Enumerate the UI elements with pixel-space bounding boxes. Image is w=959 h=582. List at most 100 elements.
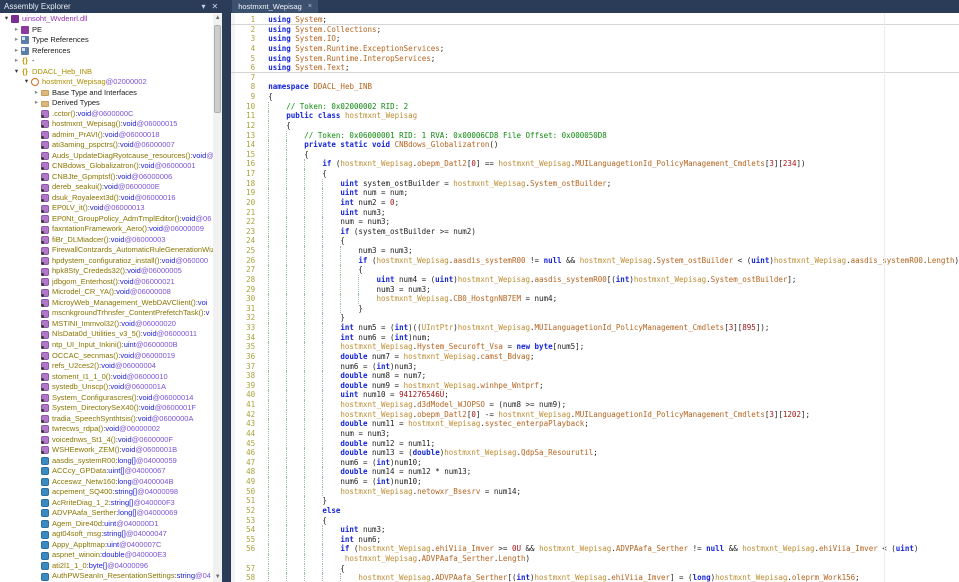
- tree-item[interactable]: NlsData0d_Utilities_v3_5() : void @06000…: [0, 329, 213, 340]
- expander-icon[interactable]: ▸: [32, 98, 41, 109]
- tree-item[interactable]: ADVPAafa_Serther : long[] @04000069: [0, 508, 213, 519]
- tree-item[interactable]: MSTINI_Immvol32() : void @06000020: [0, 319, 213, 330]
- tree-item[interactable]: fiBr_DLMiadcer() : void @06000003: [0, 235, 213, 246]
- tab-hostmxnt-wepisag[interactable]: hostmxnt_Wepisag ×: [232, 0, 318, 13]
- code-line[interactable]: 38double num8 = num7;: [231, 371, 959, 381]
- code-line[interactable]: 55int num6;: [231, 535, 959, 545]
- code-line[interactable]: 12{: [231, 121, 959, 131]
- tree-item[interactable]: ▾{}DDACL_Heb_INB: [0, 67, 213, 78]
- tree-item[interactable]: agt04soft_msg : string[] @04000047: [0, 529, 213, 540]
- code-line[interactable]: 40uint num10 = 941276546U;: [231, 390, 959, 400]
- code-line[interactable]: 46double num13 = (double)hostmxnt_Wepisa…: [231, 448, 959, 458]
- scroll-down-icon[interactable]: ▼: [213, 573, 222, 582]
- code-line[interactable]: 16if (hostmxnt_Wepisag.obepm_Datl2[0] ==…: [231, 159, 959, 169]
- tree-item[interactable]: hostmxnt_Wepisag() : void @06000015: [0, 119, 213, 130]
- tree-item[interactable]: refs_U2ces2() : void @06000004: [0, 361, 213, 372]
- code-line[interactable]: 53{: [231, 516, 959, 526]
- tree-item[interactable]: aspnet_winoin : double @040000E3: [0, 550, 213, 561]
- code-line[interactable]: 26if (hostmxnt_Wepisag.aasdis_systemR00 …: [231, 256, 959, 266]
- tree-item[interactable]: FirewallContzards_AutomaticRuleGeneratio…: [0, 245, 213, 256]
- code-line[interactable]: 51}: [231, 496, 959, 506]
- code-line[interactable]: 41hostmxnt_Wepisag.d3dModel_WJOPSO = (nu…: [231, 400, 959, 410]
- scroll-up-icon[interactable]: ▲: [213, 14, 222, 23]
- tree-item[interactable]: dsuk_Royaleext3d() : void @06000016: [0, 193, 213, 204]
- tree-item[interactable]: ▸Type References: [0, 35, 213, 46]
- tree-item[interactable]: ▾uinsoht_Wvdenrl.dll: [0, 14, 213, 25]
- tree-item[interactable]: System_Configurascres() : void @06000014: [0, 393, 213, 404]
- code-line[interactable]: 10// Token: 0x02000002 RID: 2: [231, 102, 959, 112]
- tree-item[interactable]: System_DirectorySeX40() : void @0600001F: [0, 403, 213, 414]
- panel-splitter[interactable]: [222, 0, 231, 582]
- tree-item[interactable]: twrecws_rdpa() : void @06000002: [0, 424, 213, 435]
- tree-item[interactable]: ▸Derived Types: [0, 98, 213, 109]
- tree-item[interactable]: EP0LV_it() : void @06000013: [0, 203, 213, 214]
- expander-icon[interactable]: ▸: [12, 25, 21, 36]
- code-line[interactable]: 22num = num3;: [231, 217, 959, 227]
- code-line[interactable]: 20int num2 = 0;: [231, 198, 959, 208]
- tree-item[interactable]: ▸References: [0, 46, 213, 57]
- code-line[interactable]: 15{: [231, 150, 959, 160]
- code-line[interactable]: 2using System.Collections;: [231, 25, 959, 35]
- code-line[interactable]: 52else: [231, 506, 959, 516]
- code-line[interactable]: 6using System.Text;: [231, 63, 959, 73]
- code-line[interactable]: 49num6 = (int)num10;: [231, 477, 959, 487]
- tree-item[interactable]: mscnkgroundTrhnsfer_ContentPrefetchTask(…: [0, 308, 213, 319]
- code-line[interactable]: 42hostmxnt_Wepisag.obepm_Datl2[0] -= hos…: [231, 410, 959, 420]
- expander-icon[interactable]: ▸: [32, 88, 41, 99]
- code-line[interactable]: 43double num11 = hostmxnt_Wepisag.systec…: [231, 419, 959, 429]
- tree-item[interactable]: ati3aming_pspctrs() : void @06000007: [0, 140, 213, 151]
- expander-icon[interactable]: ▸: [12, 46, 21, 57]
- code-line[interactable]: 21uint num3;: [231, 208, 959, 218]
- tree-item[interactable]: ▾hostmxnt_Wepisag @02000002: [0, 77, 213, 88]
- tree-item[interactable]: hpdystem_configuratioz_install() : void …: [0, 256, 213, 267]
- tree-item[interactable]: ntp_UI_Input_Inkini() : uint @0600000B: [0, 340, 213, 351]
- code-line[interactable]: 17{: [231, 169, 959, 179]
- tree-item[interactable]: voicednws_St1_4() : void @0600000F: [0, 435, 213, 446]
- tree-item[interactable]: CNBJte_Gpmptsf() : void @06000006: [0, 172, 213, 183]
- code-line[interactable]: 8namespace DDACL_Heb_INB: [231, 82, 959, 92]
- tree-item[interactable]: hpk8Sty_Crededs32() : void @06000005: [0, 266, 213, 277]
- code-line[interactable]: 37num6 = (int)num3;: [231, 362, 959, 372]
- tree-item[interactable]: admim_PrAVI() : void @06000018: [0, 130, 213, 141]
- code-line[interactable]: 3using System.IO;: [231, 34, 959, 44]
- code-line[interactable]: 50hostmxnt_Wepisag.netowxr_Bsesrv = num1…: [231, 487, 959, 497]
- tree-item[interactable]: systedb_Unscp() : void @0600001A: [0, 382, 213, 393]
- code-line[interactable]: 57{: [231, 564, 959, 574]
- code-line[interactable]: 47num6 = (int)num10;: [231, 458, 959, 468]
- code-line[interactable]: 58hostmxnt_Wepisag.ADVPAafa_Serther[(int…: [231, 573, 959, 582]
- tree-item[interactable]: ▸Base Type and Interfaces: [0, 88, 213, 99]
- code-line[interactable]: 27{: [231, 265, 959, 275]
- code-line[interactable]: 29num3 = num3;: [231, 285, 959, 295]
- tree-item[interactable]: faxntationFramework_Aero() : void @06000…: [0, 224, 213, 235]
- code-line[interactable]: 56if (hostmxnt_Wepisag.ehiViia_Imver >= …: [231, 544, 959, 554]
- code-line[interactable]: 35hostmxnt_Wepisag.Hystem_Securoft_Vsa =…: [231, 342, 959, 352]
- tree-item[interactable]: Microdel_CR_YA() : void @06000008: [0, 287, 213, 298]
- code-line[interactable]: 5using System.Runtime.InteropServices;: [231, 54, 959, 64]
- tree-item[interactable]: EP0Nt_GroupPolicy_AdmTmplEditor() : void…: [0, 214, 213, 225]
- tree-item[interactable]: CNBdows_Globalizatron() : void @06000001: [0, 161, 213, 172]
- tree-item[interactable]: ACCcy_GPData : uint[] @04000067: [0, 466, 213, 477]
- tree-item[interactable]: .cctor() : void @0600000C: [0, 109, 213, 120]
- code-line[interactable]: 1using System;: [231, 15, 959, 25]
- code-line[interactable]: 34int num6 = (int)num;: [231, 333, 959, 343]
- code-line[interactable]: 45double num12 = num11;: [231, 439, 959, 449]
- expander-icon[interactable]: ▸: [12, 56, 21, 67]
- chevron-down-icon[interactable]: ▾: [201, 0, 205, 13]
- tree-item[interactable]: dereb_seakui() : void @0600000E: [0, 182, 213, 193]
- code-line[interactable]: 19uint num = num;: [231, 188, 959, 198]
- code-line[interactable]: 32}: [231, 313, 959, 323]
- code-line[interactable]: 25num3 = num3;: [231, 246, 959, 256]
- code-line[interactable]: 31}: [231, 304, 959, 314]
- tree-scrollbar[interactable]: ▲ ▼: [213, 14, 222, 582]
- expander-icon[interactable]: ▾: [2, 14, 11, 25]
- code-line[interactable]: 28uint num4 = (uint)hostmxnt_Wepisag.aas…: [231, 275, 959, 285]
- tree-item[interactable]: acpement_SQ400 : string[] @04000098: [0, 487, 213, 498]
- tab-close-icon[interactable]: ×: [308, 0, 312, 13]
- scrollbar-thumb[interactable]: [214, 25, 221, 113]
- code-line[interactable]: 39double num9 = hostmxnt_Wepisag.winhpe_…: [231, 381, 959, 391]
- code-line[interactable]: 30hostmxnt_Wepisag.CB0_HostgnNB7EM = num…: [231, 294, 959, 304]
- tree-item[interactable]: AuthPWSeanIn_ResentationSettings : strin…: [0, 571, 213, 582]
- tree-item[interactable]: WSHEework_ZEM() : void @0600001B: [0, 445, 213, 456]
- code-line[interactable]: 33int num5 = (int)((UIntPtr)hostmxnt_Wep…: [231, 323, 959, 333]
- tree-item[interactable]: Auds_UpdateDiagRyotcause_resources() : v…: [0, 151, 213, 162]
